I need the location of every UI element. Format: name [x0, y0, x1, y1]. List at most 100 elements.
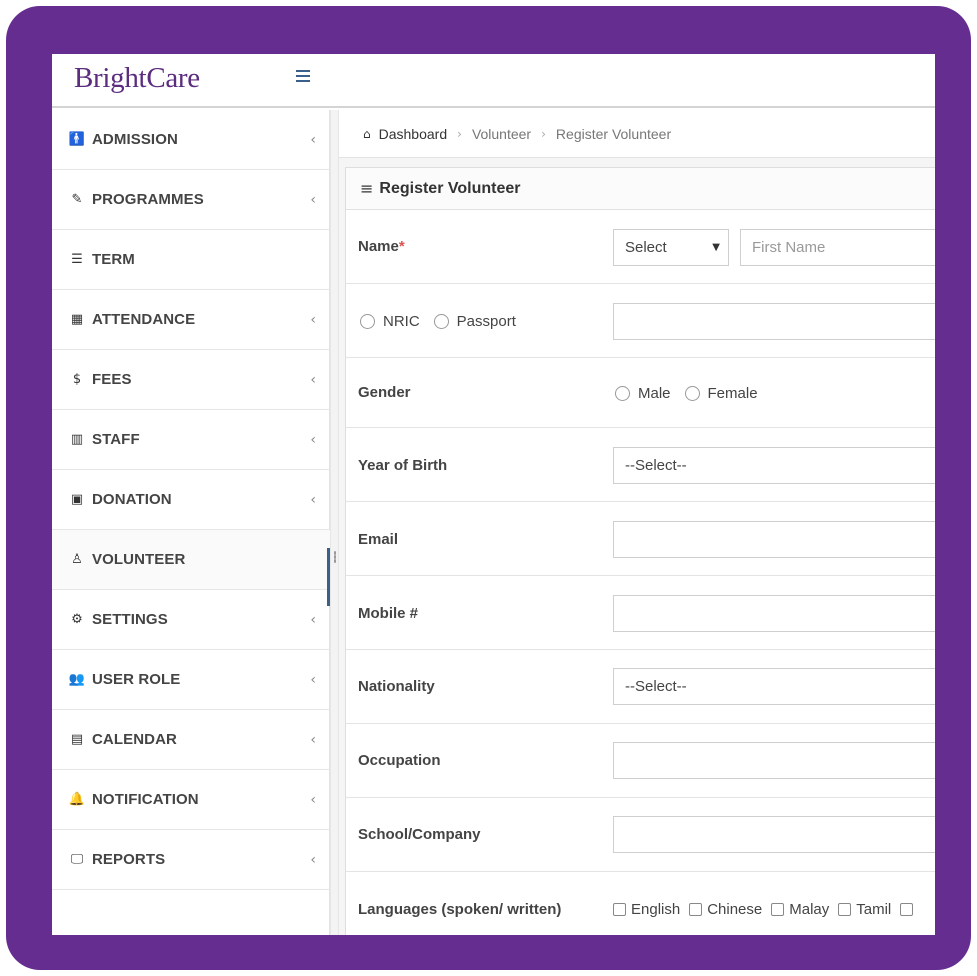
- chevron-left-icon: ‹: [310, 191, 316, 208]
- gender-label: Gender: [358, 384, 411, 401]
- sidebar-item-attendance[interactable]: ▦ ATTENDANCE ‹: [52, 290, 330, 350]
- breadcrumb-volunteer[interactable]: Volunteer: [472, 126, 531, 142]
- chevron-right-icon: ›: [541, 126, 546, 141]
- chevron-left-icon: ‹: [310, 431, 316, 448]
- sidebar-item-settings[interactable]: ⚙ SETTINGS ‹: [52, 590, 330, 650]
- page-title: Register Volunteer: [379, 179, 521, 197]
- breadcrumb-dashboard[interactable]: Dashboard: [379, 126, 448, 142]
- occupation-field[interactable]: [613, 742, 935, 779]
- sidebar-toggle-icon[interactable]: [296, 70, 312, 84]
- malay-label: Malay: [789, 901, 830, 919]
- sidebar-item-programmes[interactable]: ✎ PROGRAMMES ‹: [52, 170, 330, 230]
- sidebar-item-label: FEES: [92, 371, 132, 388]
- chevron-left-icon: ‹: [310, 671, 316, 688]
- brand-logo[interactable]: BrightCare: [74, 62, 200, 95]
- school-company-label: School/Company: [358, 826, 481, 843]
- year-of-birth-label: Year of Birth: [358, 457, 448, 474]
- sidebar-item-user-role[interactable]: 👥 USER ROLE ‹: [52, 650, 330, 710]
- nationality-select[interactable]: --Select--: [613, 668, 935, 705]
- breadcrumb: ⌂ Dashboard › Volunteer › Register Volun…: [339, 110, 935, 158]
- id-type-group: NRIC Passport: [360, 313, 530, 331]
- sidebar-item-label: ATTENDANCE: [92, 311, 196, 328]
- languages-label: Languages (spoken/ written): [358, 901, 562, 918]
- mobile-field[interactable]: [613, 595, 935, 632]
- sidebar-item-label: STAFF: [92, 431, 140, 448]
- tamil-checkbox[interactable]: [838, 903, 852, 917]
- sidebar-item-label: SETTINGS: [92, 611, 168, 628]
- list-icon: ☰: [71, 252, 83, 267]
- form-row-id: NRIC Passport: [346, 285, 935, 358]
- nationality-label: Nationality: [358, 678, 435, 695]
- nric-label: NRIC: [383, 313, 420, 331]
- sidebar-item-calendar[interactable]: ▤ CALENDAR ‹: [52, 710, 330, 770]
- sidebar-item-label: REPORTS: [92, 851, 166, 868]
- calendar-icon: ▤: [70, 732, 84, 747]
- edit-icon: ✎: [71, 192, 83, 207]
- sidebar-item-reports[interactable]: 🖵 REPORTS ‹: [52, 830, 330, 890]
- bar-chart-icon: ▥: [70, 432, 84, 447]
- bell-icon: 🔔: [68, 792, 86, 807]
- passport-radio[interactable]: [433, 314, 449, 330]
- menu-icon: ≡: [360, 179, 374, 198]
- top-bar: BrightCare: [52, 54, 935, 108]
- money-icon: ▣: [70, 492, 84, 507]
- passport-label: Passport: [456, 313, 516, 331]
- salutation-select[interactable]: Select ▼: [613, 229, 729, 266]
- main-content: ⌂ Dashboard › Volunteer › Register Volun…: [339, 110, 935, 935]
- male-radio[interactable]: [615, 386, 630, 402]
- languages-group: English Chinese Malay Tamil: [613, 901, 914, 919]
- sidebar-resize-handle[interactable]: [330, 110, 339, 935]
- chinese-checkbox[interactable]: [689, 903, 703, 917]
- chinese-label: Chinese: [707, 901, 763, 919]
- chevron-left-icon: ‹: [310, 371, 316, 388]
- register-volunteer-panel: ≡ Register Volunteer Name* Select ▼ Firs…: [345, 167, 935, 935]
- sidebar: 🚹 ADMISSION ‹ ✎ PROGRAMMES ‹ ☰ TERM ▦ AT…: [52, 110, 330, 935]
- user-tie-icon: ♙: [71, 552, 83, 567]
- form-row-school-company: School/Company: [346, 799, 935, 872]
- sidebar-item-notification[interactable]: 🔔 NOTIFICATION ‹: [52, 770, 330, 830]
- english-label: English: [631, 901, 681, 919]
- english-checkbox[interactable]: [613, 903, 626, 917]
- occupation-label: Occupation: [358, 752, 441, 769]
- sidebar-item-label: CALENDAR: [92, 731, 177, 748]
- first-name-input[interactable]: First Name: [740, 229, 935, 266]
- sidebar-item-label: VOLUNTEER: [92, 551, 186, 568]
- year-of-birth-value: --Select--: [625, 457, 687, 474]
- grip-dots-icon[interactable]: [334, 551, 336, 563]
- form-row-mobile: Mobile #: [346, 577, 935, 650]
- sidebar-item-fees[interactable]: $ FEES ‹: [52, 350, 330, 410]
- malay-checkbox[interactable]: [771, 903, 785, 917]
- form-row-email: Email: [346, 503, 935, 576]
- form-row-name: Name* Select ▼ First Name: [346, 211, 935, 284]
- home-icon[interactable]: ⌂: [363, 127, 371, 141]
- year-of-birth-select[interactable]: --Select--: [613, 447, 935, 484]
- gears-icon: ⚙: [71, 612, 83, 627]
- nric-radio[interactable]: [360, 314, 375, 330]
- chevron-left-icon: ‹: [310, 131, 316, 148]
- sidebar-item-term[interactable]: ☰ TERM: [52, 230, 330, 290]
- person-icon: 🚹: [68, 132, 86, 147]
- breadcrumb-register-volunteer: Register Volunteer: [555, 125, 672, 142]
- chevron-left-icon: ‹: [310, 491, 316, 508]
- male-label: Male: [638, 385, 671, 403]
- email-field[interactable]: [613, 521, 935, 558]
- chevron-left-icon: ‹: [310, 791, 316, 808]
- sidebar-item-label: USER ROLE: [92, 671, 181, 688]
- sidebar-item-staff[interactable]: ▥ STAFF ‹: [52, 410, 330, 470]
- sidebar-item-admission[interactable]: 🚹 ADMISSION ‹: [52, 110, 330, 170]
- sidebar-item-volunteer[interactable]: ♙ VOLUNTEER: [52, 530, 330, 590]
- name-label: Name*: [358, 238, 405, 255]
- chevron-left-icon: ‹: [310, 311, 316, 328]
- other-language-checkbox[interactable]: [900, 903, 914, 917]
- id-number-input[interactable]: [613, 303, 935, 340]
- sidebar-item-donation[interactable]: ▣ DONATION ‹: [52, 470, 330, 530]
- form-row-languages: Languages (spoken/ written) English Chine…: [346, 873, 935, 935]
- first-name-placeholder: First Name: [752, 239, 826, 256]
- female-radio[interactable]: [684, 386, 700, 402]
- chevron-left-icon: ‹: [310, 851, 316, 868]
- school-company-field[interactable]: [613, 816, 935, 853]
- required-mark: *: [398, 238, 405, 255]
- panel-header: ≡ Register Volunteer: [346, 168, 935, 210]
- active-item-marker: [327, 548, 330, 606]
- chevron-right-icon: ›: [457, 126, 462, 141]
